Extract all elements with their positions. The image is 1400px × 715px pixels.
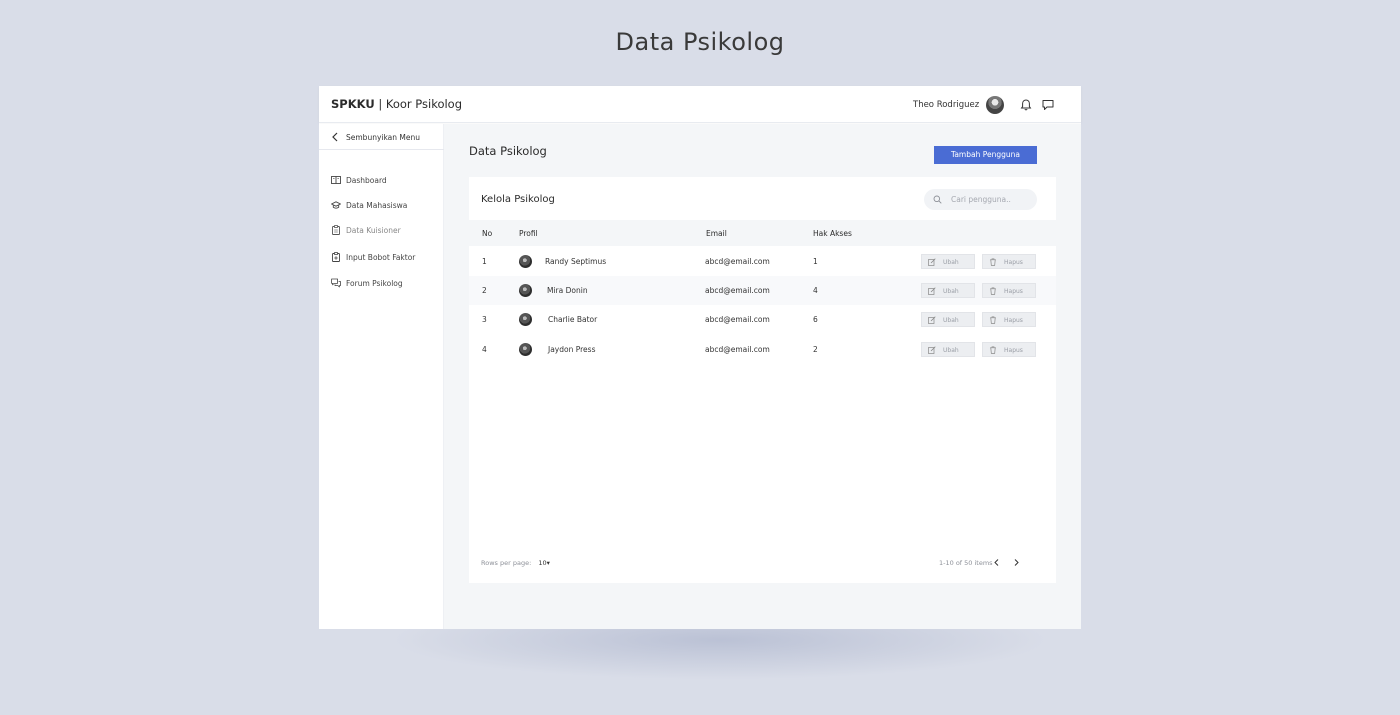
edit-label: Ubah [943, 347, 959, 354]
row-name: Mira Donin [547, 286, 588, 295]
sidebar-item-label: Data Mahasiswa [346, 201, 408, 210]
rows-per-page: Rows per page: 10▾ [481, 559, 550, 567]
sidebar-item-data-kuisioner[interactable]: Data Kuisioner [331, 224, 441, 238]
delete-label: Hapus [1004, 288, 1023, 295]
chevron-left-icon[interactable] [992, 558, 1001, 567]
avatar [519, 343, 532, 356]
chevron-right-icon[interactable] [1012, 558, 1021, 567]
row-name: Jaydon Press [548, 345, 596, 354]
sidebar-item-data-mahasiswa[interactable]: Data Mahasiswa [331, 199, 441, 213]
delete-button[interactable]: Hapus [982, 283, 1036, 298]
table-card: Kelola Psikolog No Profil Email Hak Akse… [469, 177, 1056, 583]
edit-button[interactable]: Ubah [921, 342, 975, 357]
table-row: 4 Jaydon Press abcd@email.com 2 Ubah Hap… [469, 335, 1056, 364]
clipboard-icon [332, 225, 340, 235]
user-avatar[interactable] [986, 96, 1004, 114]
pagination-range: 1-10 of 50 items [939, 559, 993, 567]
page-heading: Data Psikolog [615, 28, 785, 56]
trash-icon [990, 346, 996, 354]
avatar [519, 313, 532, 326]
sidebar-item-dashboard[interactable]: Dashboard [331, 174, 441, 188]
main-title: Data Psikolog [469, 144, 547, 158]
delete-label: Hapus [1004, 317, 1023, 324]
row-name: Charlie Bator [548, 315, 598, 324]
add-user-button[interactable]: Tambah Pengguna [934, 146, 1037, 164]
edit-label: Ubah [943, 259, 959, 266]
trash-icon [990, 316, 996, 324]
search-input[interactable] [951, 192, 1031, 207]
edit-label: Ubah [943, 288, 959, 295]
graduation-cap-icon [331, 201, 341, 209]
hide-menu-toggle[interactable]: Sembunyikan Menu [319, 124, 444, 150]
message-icon[interactable] [1041, 98, 1055, 112]
row-number: 2 [482, 286, 487, 295]
edit-icon [928, 287, 936, 295]
app-window: SPKKU | Koor Psikolog Theo Rodriguez Sem… [319, 86, 1081, 629]
top-bar: SPKKU | Koor Psikolog Theo Rodriguez [319, 86, 1081, 123]
rows-per-page-label: Rows per page: [481, 559, 532, 567]
sidebar-item-label: Data Kuisioner [346, 226, 401, 235]
column-header-email[interactable]: Email [706, 229, 727, 238]
sidebar-item-label: Input Bobot Faktor [346, 253, 416, 262]
avatar [519, 255, 532, 268]
column-header-hak-akses[interactable]: Hak Akses [813, 229, 852, 238]
trash-icon [990, 258, 996, 266]
chevron-left-icon [332, 132, 338, 142]
row-email: abcd@email.com [705, 345, 770, 354]
delete-button[interactable]: Hapus [982, 312, 1036, 327]
hide-menu-label: Sembunyikan Menu [346, 133, 421, 142]
edit-label: Ubah [943, 317, 959, 324]
edit-button[interactable]: Ubah [921, 283, 975, 298]
row-email: abcd@email.com [705, 286, 770, 295]
row-number: 4 [482, 345, 487, 354]
sidebar-item-forum-psikolog[interactable]: Forum Psikolog [331, 277, 441, 291]
search-icon [933, 195, 942, 204]
brand: SPKKU | Koor Psikolog [331, 97, 462, 111]
delete-button[interactable]: Hapus [982, 254, 1036, 269]
trash-icon [990, 287, 996, 295]
row-email: abcd@email.com [705, 315, 770, 324]
rows-per-page-select[interactable]: 10▾ [538, 559, 550, 567]
clipboard-plus-icon [332, 252, 340, 262]
delete-label: Hapus [1004, 259, 1023, 266]
sidebar-item-input-bobot-faktor[interactable]: Input Bobot Faktor [331, 251, 441, 265]
row-hak-akses: 1 [813, 257, 818, 266]
column-header-profil[interactable]: Profil [519, 229, 538, 238]
row-number: 1 [482, 257, 487, 266]
table-row: 2 Mira Donin abcd@email.com 4 Ubah Hapus [469, 276, 1056, 305]
row-hak-akses: 2 [813, 345, 818, 354]
chat-bubbles-icon [331, 278, 341, 288]
sidebar-item-label: Forum Psikolog [346, 279, 403, 288]
row-number: 3 [482, 315, 487, 324]
delete-button[interactable]: Hapus [982, 342, 1036, 357]
bell-icon[interactable] [1019, 98, 1033, 112]
card-title: Kelola Psikolog [481, 194, 555, 205]
edit-button[interactable]: Ubah [921, 254, 975, 269]
username: Theo Rodriguez [913, 100, 980, 110]
book-icon [331, 176, 341, 184]
table-row: 1 Randy Septimus abcd@email.com 1 Ubah H… [469, 247, 1056, 276]
edit-icon [928, 258, 936, 266]
edit-icon [928, 316, 936, 324]
brand-subtitle: | Koor Psikolog [374, 97, 463, 111]
row-name: Randy Septimus [545, 257, 607, 266]
brand-name: SPKKU [331, 97, 375, 111]
sidebar-item-label: Dashboard [346, 176, 387, 185]
main-content: Data Psikolog Tambah Pengguna Kelola Psi… [444, 124, 1081, 629]
avatar [519, 284, 532, 297]
chevron-down-icon: ▾ [546, 559, 550, 567]
column-header-no[interactable]: No [482, 229, 492, 238]
search-box[interactable] [924, 189, 1037, 210]
edit-button[interactable]: Ubah [921, 312, 975, 327]
table-row: 3 Charlie Bator abcd@email.com 6 Ubah Ha… [469, 305, 1056, 334]
delete-label: Hapus [1004, 347, 1023, 354]
row-email: abcd@email.com [705, 257, 770, 266]
rows-per-page-value: 10 [538, 559, 547, 567]
sidebar: Sembunyikan Menu Dashboard Data Mahasisw… [319, 124, 444, 629]
table-header: No Profil Email Hak Akses [469, 220, 1056, 246]
edit-icon [928, 346, 936, 354]
row-hak-akses: 4 [813, 286, 818, 295]
row-hak-akses: 6 [813, 315, 818, 324]
